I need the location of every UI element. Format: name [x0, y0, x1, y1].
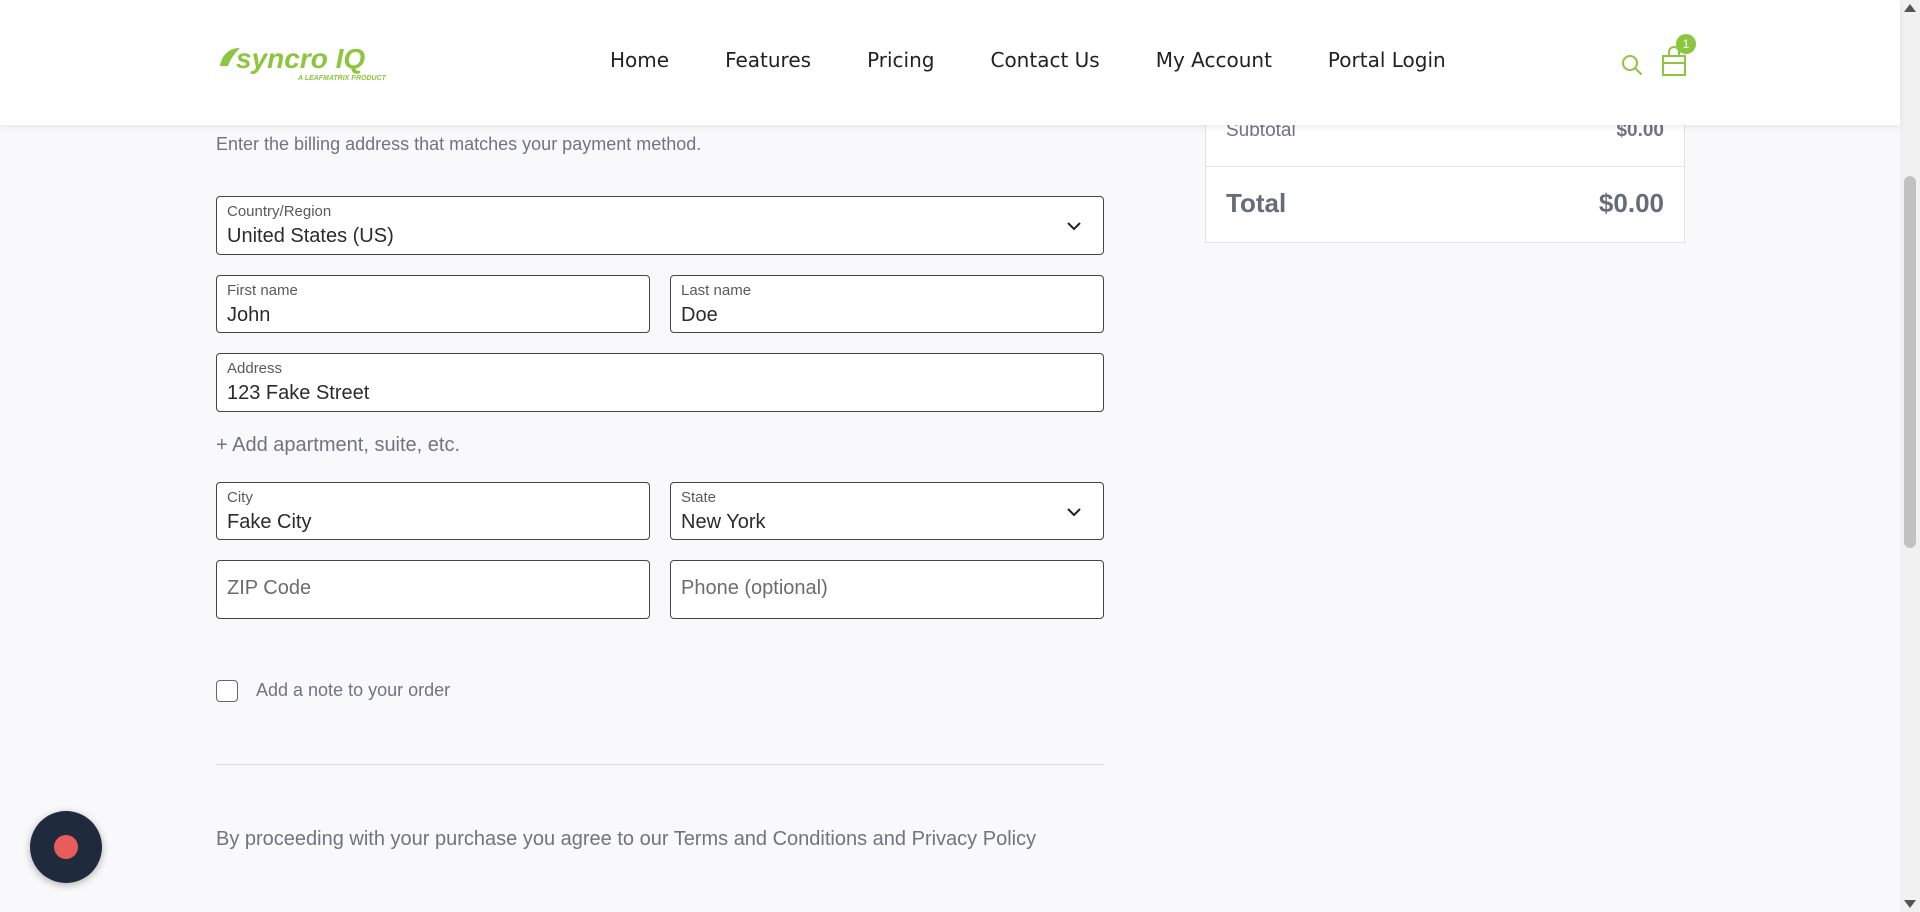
last-name-field[interactable]: Last name Doe	[670, 275, 1104, 333]
country-label: Country/Region	[227, 203, 332, 220]
first-name-value: John	[227, 304, 271, 326]
first-name-label: First name	[227, 282, 298, 299]
chevron-down-icon	[1067, 222, 1081, 231]
state-select[interactable]: State New York	[670, 482, 1104, 540]
privacy-policy-link[interactable]: Privacy Policy	[912, 828, 1036, 850]
site-header: syncro IQ A LEAFMATRIX PRODUCT Home Feat…	[0, 0, 1900, 125]
chat-status-dot-icon	[54, 835, 78, 859]
cart-count-badge: 1	[1676, 34, 1696, 54]
scroll-up-arrow-icon[interactable]	[1904, 4, 1916, 12]
address-field[interactable]: Address 123 Fake Street	[216, 353, 1104, 412]
last-name-label: Last name	[681, 282, 752, 299]
phone-placeholder: Phone (optional)	[681, 577, 828, 599]
terms-link[interactable]: Terms and Conditions	[674, 828, 867, 850]
terms-prefix: By proceeding with your purchase you agr…	[216, 828, 674, 850]
state-value: New York	[681, 511, 766, 533]
scrollbar-thumb[interactable]	[1904, 176, 1916, 548]
billing-subtitle: Enter the billing address that matches y…	[216, 134, 702, 154]
city-value: Fake City	[227, 511, 312, 533]
state-label: State	[681, 489, 717, 506]
country-value: United States (US)	[227, 225, 394, 247]
chevron-down-icon	[1067, 508, 1081, 517]
nav-features[interactable]: Features	[725, 48, 811, 72]
city-label: City	[227, 489, 253, 506]
zip-code-input[interactable]: ZIP Code	[216, 560, 650, 619]
address-value: 123 Fake Street	[227, 382, 370, 404]
order-note-checkbox[interactable]	[216, 680, 238, 702]
brand-name: syncro IQ	[236, 43, 365, 74]
page-scrollbar[interactable]	[1900, 0, 1920, 912]
nav-contact-us[interactable]: Contact Us	[990, 48, 1099, 72]
order-note-label[interactable]: Add a note to your order	[256, 680, 450, 701]
nav-my-account[interactable]: My Account	[1156, 48, 1272, 72]
nav-pricing[interactable]: Pricing	[867, 48, 934, 72]
total-label: Total	[1226, 188, 1287, 218]
search-icon[interactable]	[1620, 53, 1644, 77]
brand-tagline: A LEAFMATRIX PRODUCT	[297, 75, 387, 82]
nav-portal-login[interactable]: Portal Login	[1328, 48, 1446, 72]
address-label: Address	[227, 360, 283, 377]
phone-input[interactable]: Phone (optional)	[670, 560, 1104, 619]
syncro-iq-logo[interactable]: syncro IQ A LEAFMATRIX PRODUCT	[216, 38, 392, 88]
section-divider	[216, 764, 1104, 765]
city-field[interactable]: City Fake City	[216, 482, 650, 540]
add-apartment-link[interactable]: + Add apartment, suite, etc.	[216, 434, 460, 457]
scroll-down-arrow-icon[interactable]	[1904, 900, 1916, 908]
chat-widget-button[interactable]	[30, 811, 102, 883]
main-nav: Home Features Pricing Contact Us My Acco…	[610, 48, 1446, 72]
zip-code-placeholder: ZIP Code	[227, 577, 312, 599]
country-select[interactable]: Country/Region United States (US)	[216, 196, 1104, 255]
terms-notice: By proceeding with your purchase you agr…	[216, 828, 1036, 851]
last-name-value: Doe	[681, 304, 718, 326]
nav-home[interactable]: Home	[610, 48, 669, 72]
total-value: $0.00	[1598, 188, 1664, 218]
first-name-field[interactable]: First name John	[216, 275, 650, 333]
terms-and: and	[867, 828, 912, 850]
